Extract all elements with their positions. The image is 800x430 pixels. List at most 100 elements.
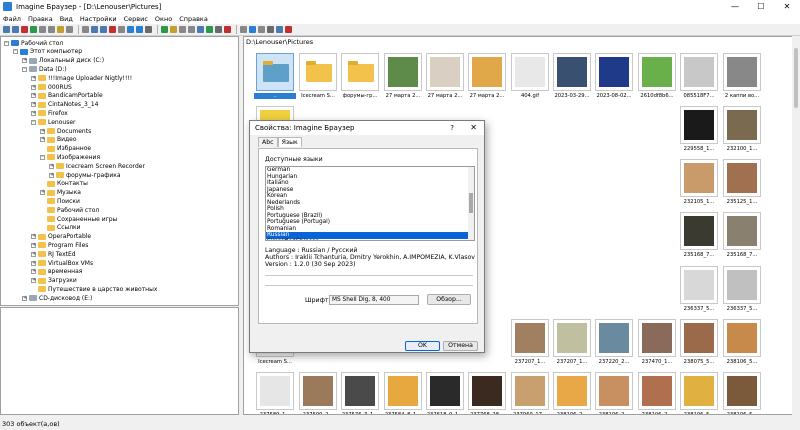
thumbnail-item[interactable]: 236337_5... [678,266,720,320]
tree-item[interactable]: + Локальный диск (C:) [22,57,104,65]
tab-abc[interactable]: Abc [258,137,278,147]
expand-toggle-icon[interactable]: + [49,172,54,178]
toolbar-icon[interactable] [3,26,10,33]
toolbar-icon[interactable] [30,26,37,33]
toolbar-icon[interactable] [258,26,265,33]
thumbnail-item[interactable]: 27 марта 2... [424,53,466,107]
help-icon[interactable]: ? [450,121,454,135]
expand-toggle-icon[interactable]: + [31,234,36,240]
thumbnail-item[interactable]: .. [254,53,296,107]
thumbnail-item[interactable]: 232105_1... [678,159,720,213]
thumbnail-item[interactable]: 238106_2... [636,372,678,414]
tree-item[interactable]: – Lenouser [31,118,76,126]
expand-toggle-icon[interactable]: + [22,58,27,64]
toolbar-icon[interactable] [21,26,28,33]
menu-window[interactable]: Окно [155,15,172,23]
expand-toggle-icon[interactable]: – [40,154,45,160]
toolbar-icon[interactable] [66,26,73,33]
toolbar-icon[interactable] [100,26,107,33]
tree-item[interactable]: +000RUS [31,83,72,91]
expand-toggle-icon[interactable]: – [22,66,27,72]
tree-item[interactable]: + Firefox [31,109,68,117]
tree-item[interactable]: + Загрузки [31,277,77,285]
menu-service[interactable]: Сервис [124,15,148,23]
thumbnail-item[interactable]: 237500_2... [297,372,339,414]
tree-item[interactable]: – Data (D:) [22,65,67,73]
menu-view[interactable]: Вид [60,15,73,23]
expand-toggle-icon[interactable]: + [31,251,36,257]
tree-item[interactable]: + CD-дисковод (E:) [22,294,92,302]
toolbar-icon[interactable] [276,26,283,33]
thumbnail-item[interactable]: 237584_8_1... [382,372,424,414]
tree-item[interactable]: + !!!Image Uploader Nigtly!!!! [31,74,132,82]
toolbar-icon[interactable] [12,26,19,33]
tree-item[interactable]: Путешествие в царство животных [31,285,157,293]
menu-help[interactable]: Справка [179,15,208,23]
thumbnail-item[interactable]: 238075_5... [678,319,720,373]
menu-settings[interactable]: Настройки [80,15,117,23]
menu-edit[interactable]: Правка [28,15,53,23]
tree-item[interactable]: Ссылки [40,224,81,232]
thumbnail-item[interactable]: 27 марта 2... [466,53,508,107]
expand-toggle-icon[interactable]: + [31,269,36,275]
thumbnail-item[interactable]: 237618_9_1... [424,372,466,414]
expand-toggle-icon[interactable]: + [49,163,54,169]
toolbar-icon[interactable] [91,26,98,33]
tree-item[interactable]: Контакты [40,180,88,188]
toolbar-icon[interactable] [145,26,152,33]
toolbar-icon[interactable] [136,26,143,33]
thumbnail-item[interactable]: Icecream S... [297,53,339,107]
thumbnail-item[interactable]: 2 каппи во... [721,53,763,107]
tree-item[interactable]: + Музыка [40,189,81,197]
toolbar-icon[interactable] [179,26,186,33]
thumbnail-item[interactable]: 232100_1... [721,106,763,160]
toolbar-icon[interactable] [118,26,125,33]
thumbnail-item[interactable]: 27 марта 2... [382,53,424,107]
thumbnail-item[interactable]: 238106_5... [721,319,763,373]
expand-toggle-icon[interactable]: + [40,190,45,196]
thumbnail-item[interactable]: 238106_5... [721,372,763,414]
toolbar-icon[interactable] [224,26,231,33]
maximize-button[interactable]: ☐ [748,0,774,13]
expand-toggle-icon[interactable]: – [13,49,18,55]
tree-item[interactable]: Избранное [40,145,91,153]
thumbnail-item[interactable]: 085518F7... [678,53,720,107]
language-item[interactable]: SimplifiedChinese [266,239,474,241]
tree-item[interactable]: – Рабочий стол [4,39,63,47]
dialog-close-icon[interactable]: ✕ [470,121,477,135]
expand-toggle-icon[interactable]: + [22,295,27,301]
tree-item[interactable]: + VirtualBox VMs [31,259,93,267]
ok-button[interactable]: OK [405,341,440,351]
toolbar-icon[interactable] [249,26,256,33]
thumbnail-item[interactable]: 2610df8b6... [636,53,678,107]
thumbnail-item[interactable]: 238106_5... [678,372,720,414]
tree-item[interactable]: – Этот компьютер [13,48,82,56]
toolbar-icon[interactable] [82,26,89,33]
tree-item[interactable]: Сохраненные игры [40,215,117,223]
close-button[interactable]: ✕ [774,0,800,13]
toolbar-icon[interactable] [57,26,64,33]
expand-toggle-icon[interactable]: + [31,75,36,81]
toolbar-icon[interactable] [109,26,116,33]
language-list-scrollbar[interactable] [468,167,474,240]
thumbnail-item[interactable]: 238106_2... [593,372,635,414]
thumbnail-item[interactable]: 238106_2... [551,372,593,414]
language-list[interactable]: German Hungarian Italiano Japanese Korean Ned… [265,166,475,241]
vertical-scrollbar[interactable] [792,36,800,415]
toolbar-icon[interactable] [39,26,46,33]
expand-toggle-icon[interactable]: + [31,260,36,266]
expand-toggle-icon[interactable]: + [31,93,36,99]
toolbar-icon[interactable] [285,26,292,33]
toolbar-icon[interactable] [206,26,213,33]
tree-item[interactable]: + RJ TextEd [31,250,76,258]
tree-item[interactable]: + Documents [40,127,91,135]
toolbar-icon[interactable] [215,26,222,33]
tree-item[interactable]: + форумы-графика [49,171,121,179]
thumbnail-item[interactable]: 2023-08-02... [593,53,635,107]
tree-item[interactable]: + OperaPortable [31,233,91,241]
thumbnail-item[interactable]: 229558_1... [678,106,720,160]
minimize-button[interactable]: — [722,0,748,13]
thumbnail-item[interactable]: 237470_1... [636,319,678,373]
thumbnail-item[interactable]: 2023-03-29... [551,53,593,107]
thumbnail-item[interactable]: 237589_1... [254,372,296,414]
